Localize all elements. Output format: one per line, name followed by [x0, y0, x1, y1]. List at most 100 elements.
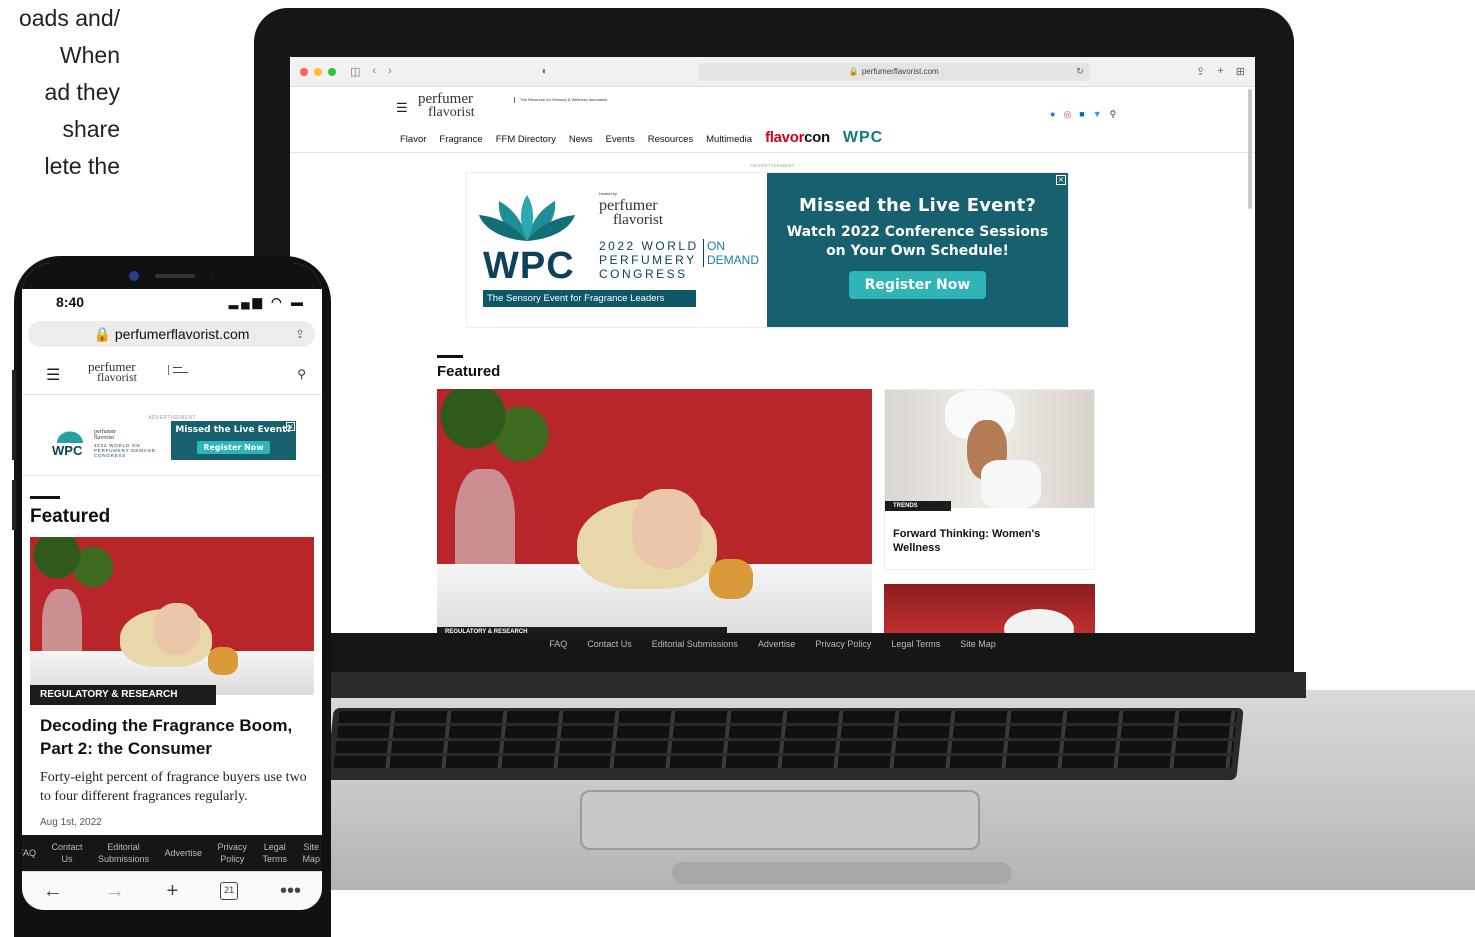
- congress-line2: PERFUMERY: [599, 253, 697, 267]
- nav-item-flavor[interactable]: Flavor: [400, 134, 426, 145]
- register-now-button[interactable]: Register Now: [848, 271, 987, 299]
- ad-right-panel: × Missed the Live Event? Register Now: [171, 421, 296, 460]
- nav-item-flavorcon[interactable]: flavorcon: [765, 129, 830, 146]
- hosted-by-label: Hosted by: [599, 191, 618, 196]
- privacy-shield-icon[interactable]: ◐: [542, 66, 548, 77]
- footer-link-legal[interactable]: Legal Terms: [891, 639, 940, 649]
- linkedin-icon[interactable]: ■: [1079, 109, 1084, 120]
- footer-link-faq[interactable]: FAQ: [22, 847, 36, 859]
- zoom-window-button[interactable]: [328, 67, 336, 76]
- url-text: perfumerflavorist.com: [861, 67, 939, 76]
- hero-category-badge[interactable]: REGULATORY & RESEARCH: [30, 685, 216, 705]
- nav-item-events[interactable]: Events: [606, 134, 635, 145]
- footer-link-sitemap[interactable]: Site Map: [960, 639, 996, 649]
- featured-heading: Featured: [437, 363, 501, 380]
- tab-overview-icon[interactable]: ⊞: [1236, 65, 1245, 78]
- congress-line3: CONGRESS: [599, 267, 688, 281]
- signal-wifi-battery-icons: ▂▄▆ ◠ ▬: [228, 295, 306, 309]
- lotus-logo-icon: [479, 195, 575, 241]
- instagram-icon[interactable]: ◎: [1063, 109, 1071, 120]
- nav-item-ffm-directory[interactable]: FFM Directory: [496, 134, 556, 145]
- phone-sensor-bar: ◌: [22, 263, 322, 289]
- ad-label: ADVERTISEMENT: [750, 163, 795, 168]
- footer-link-contact[interactable]: Contact Us: [587, 639, 632, 649]
- twitter-icon[interactable]: ▼: [1093, 109, 1102, 120]
- footer-link-privacy[interactable]: Privacy Policy: [217, 841, 247, 865]
- laptop-screen: ◫ ‹ › ◐ 🔒 perfumerflavorist.com ↻ ⇪ + ⊞ …: [290, 57, 1255, 654]
- share-icon[interactable]: ⇪: [295, 327, 305, 341]
- share-icon[interactable]: ⇪: [1196, 65, 1205, 78]
- nav-item-resources[interactable]: Resources: [648, 134, 693, 145]
- ad-tagline: The Sensory Event for Fragrance Leaders: [483, 290, 696, 307]
- nav-item-multimedia[interactable]: Multimedia: [706, 134, 752, 145]
- phone-site-logo[interactable]: perfumer flavorist: [88, 360, 137, 383]
- search-icon[interactable]: ⚲: [297, 367, 306, 381]
- forward-icon[interactable]: →: [105, 880, 125, 903]
- side-category-badge[interactable]: TRENDS: [885, 501, 951, 511]
- social-links: ● ◎ ■ ▼ ⚲: [1050, 109, 1116, 120]
- congress-name: 2022 WORLD ON PERFUMERY DEMAND CONGRESS: [94, 443, 156, 458]
- hamburger-menu-icon[interactable]: ☰: [46, 365, 60, 385]
- status-bar: 8:40 ▂▄▆ ◠ ▬: [22, 289, 322, 315]
- nav-item-fragrance[interactable]: Fragrance: [439, 134, 482, 145]
- page-scrollbar[interactable]: [1248, 89, 1252, 209]
- footer-link-faq[interactable]: FAQ: [549, 639, 567, 649]
- search-icon[interactable]: ⚲: [1110, 109, 1117, 120]
- tab-count-button[interactable]: 21: [220, 882, 239, 900]
- site-logo[interactable]: perfumer flavorist: [418, 92, 475, 120]
- close-ad-icon[interactable]: ×: [1056, 175, 1066, 185]
- footer-link-advertise[interactable]: Advertise: [164, 847, 202, 859]
- phone-address-bar[interactable]: 🔒 perfumerflavorist.com ⇪: [28, 321, 315, 347]
- text-line: ad they: [44, 79, 120, 105]
- back-icon[interactable]: ←: [43, 880, 63, 903]
- close-window-button[interactable]: [300, 67, 308, 76]
- footer-link-sitemap[interactable]: Site Map: [302, 841, 320, 865]
- footer-label: Map: [302, 854, 320, 864]
- marketing-composite: oads and/ When ad they share lete the ◫ …: [0, 0, 1475, 937]
- footer-link-contact[interactable]: Contact Us: [51, 841, 82, 865]
- minimize-window-button[interactable]: [314, 67, 322, 76]
- footer-label: Submissions: [97, 854, 150, 864]
- footer-link-editorial[interactable]: Editorial Submissions: [652, 639, 738, 649]
- reload-icon[interactable]: ↻: [1076, 66, 1084, 77]
- footer-link-legal[interactable]: Legal Terms: [262, 841, 287, 865]
- more-options-icon[interactable]: •••: [280, 880, 301, 903]
- featured-hero-image[interactable]: [437, 389, 872, 634]
- featured-hero-image[interactable]: [30, 537, 314, 695]
- footer-label: Terms: [262, 854, 287, 864]
- footer-link-editorial[interactable]: Editorial Submissions: [98, 841, 149, 865]
- phone-wpc-advertisement[interactable]: WPC perfumer flavorist 2022 WORLD ON PER…: [48, 421, 296, 460]
- ad-logo-line2: flavorist: [613, 212, 663, 228]
- hamburger-menu-icon[interactable]: ☰: [396, 100, 408, 116]
- facebook-icon[interactable]: ●: [1050, 109, 1055, 120]
- phone-side-button: [12, 480, 16, 530]
- nav-item-news[interactable]: News: [569, 134, 593, 145]
- side-article-image-2[interactable]: [884, 584, 1095, 634]
- phone-screen: ◌ 8:40 ▂▄▆ ◠ ▬ 🔒 perfumerflavorist.com ⇪…: [22, 263, 322, 910]
- sidebar-icon[interactable]: ◫: [350, 65, 360, 78]
- ad-logo-line1: perfumer: [599, 197, 658, 214]
- laptop-keyboard: [326, 708, 1244, 780]
- side-article-title[interactable]: Forward Thinking: Women's Wellness: [893, 527, 1083, 555]
- back-icon[interactable]: ‹: [372, 65, 376, 78]
- footer-link-privacy[interactable]: Privacy Policy: [815, 639, 871, 649]
- new-tab-icon[interactable]: +: [1217, 65, 1223, 78]
- nav-item-wpc[interactable]: WPC: [843, 129, 883, 147]
- side-article-card[interactable]: TRENDS Forward Thinking: Women's Wellnes…: [884, 389, 1095, 570]
- register-now-button[interactable]: Register Now: [197, 441, 270, 454]
- footer-link-advertise[interactable]: Advertise: [758, 639, 796, 649]
- on-text: ON: [707, 239, 725, 253]
- ad-site-logo: perfumer flavorist: [94, 429, 116, 441]
- ad-logo-line2: flavorist: [94, 435, 114, 441]
- wpc-advertisement[interactable]: WPC Hosted by perfumer flavorist 2022 WO…: [466, 172, 1069, 328]
- ad-right-panel: × Missed the Live Event? Watch 2022 Conf…: [767, 173, 1068, 327]
- address-bar[interactable]: 🔒 perfumerflavorist.com ↻: [697, 62, 1090, 81]
- ad-subhead: Watch 2022 Conference Sessions on Your O…: [767, 223, 1068, 261]
- footer-label: Advertise: [164, 848, 203, 858]
- article-date: Aug 1st, 2022: [40, 817, 102, 828]
- article-title[interactable]: Decoding the Fragrance Boom, Part 2: the…: [40, 714, 310, 760]
- forward-icon[interactable]: ›: [388, 65, 392, 78]
- close-ad-icon[interactable]: ×: [286, 422, 295, 431]
- new-tab-icon[interactable]: +: [167, 880, 179, 903]
- congress-line1: 2022 WORLD: [599, 239, 699, 253]
